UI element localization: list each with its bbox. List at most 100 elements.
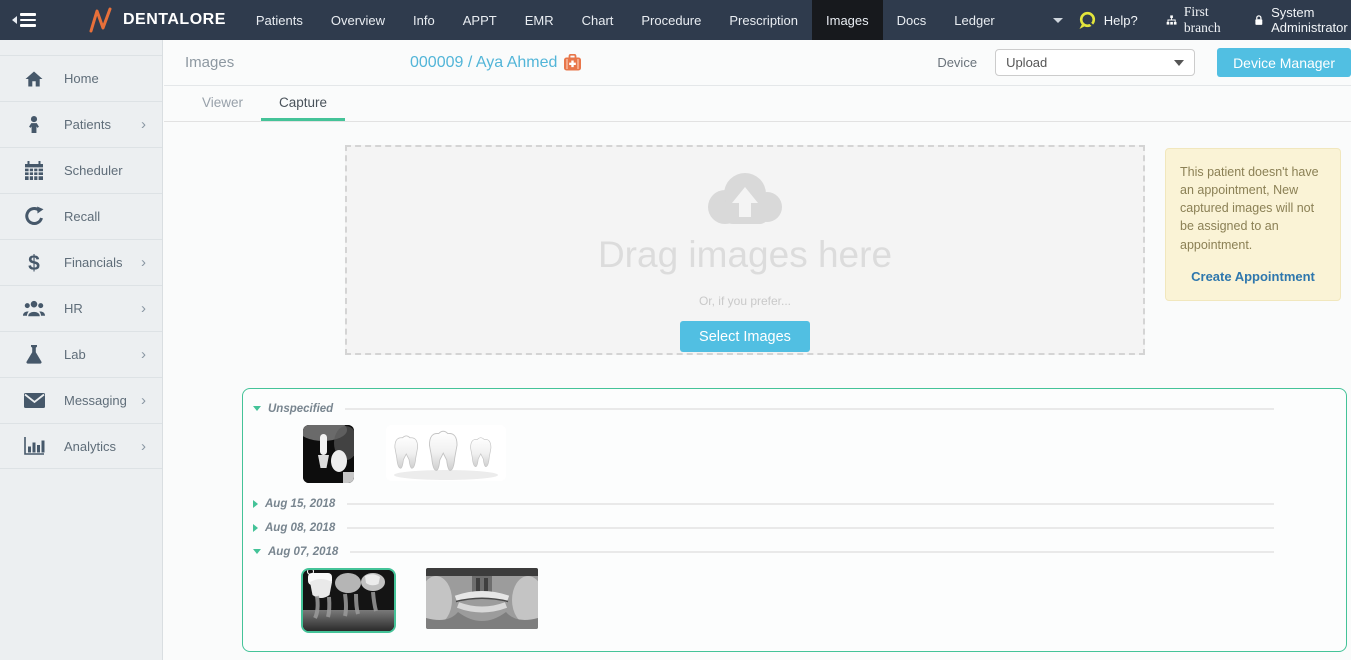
sidebar-item-label: Analytics <box>64 439 116 454</box>
gallery-group-aug-08-2018[interactable]: Aug 08, 2018 <box>253 517 1346 538</box>
tab-capture[interactable]: Capture <box>261 86 345 121</box>
chevron-right-icon: › <box>141 439 146 454</box>
nav-item-overview[interactable]: Overview <box>317 0 399 40</box>
branch-label: First branch <box>1184 4 1227 36</box>
group-divider <box>347 527 1274 529</box>
dropzone-subtitle: Or, if you prefer... <box>699 294 791 308</box>
nav-item-chart[interactable]: Chart <box>568 0 628 40</box>
help-bubble-icon <box>1077 11 1097 30</box>
thumb-row-aug-07 <box>253 562 1346 643</box>
chevron-right-icon: › <box>141 347 146 362</box>
people-group-icon <box>22 299 46 319</box>
patient-link-label: 000009 / Aya Ahmed <box>410 54 557 72</box>
nav-more-dropdown[interactable] <box>1039 0 1077 40</box>
branch-selector[interactable]: First branch <box>1166 4 1227 36</box>
sidebar-item-lab[interactable]: Lab › <box>0 331 162 377</box>
sidebar-item-messaging[interactable]: Messaging › <box>0 377 162 423</box>
group-label: Unspecified <box>268 403 333 415</box>
home-icon <box>22 69 46 89</box>
group-label: Aug 15, 2018 <box>265 498 335 510</box>
sidebar-item-home[interactable]: Home <box>0 55 162 101</box>
sidebar-item-hr[interactable]: HR › <box>0 285 162 331</box>
select-images-button[interactable]: Select Images <box>680 321 810 352</box>
page-title: Images <box>185 54 410 71</box>
group-divider <box>347 503 1274 505</box>
create-appointment-link[interactable]: Create Appointment <box>1180 269 1326 284</box>
sidebar-item-label: Home <box>64 71 99 86</box>
patient-link[interactable]: 000009 / Aya Ahmed <box>410 54 582 72</box>
sidebar-item-analytics[interactable]: Analytics › <box>0 423 162 469</box>
nav-item-images[interactable]: Images <box>812 0 883 40</box>
thumbnail-three-teeth-3d-render[interactable] <box>386 425 506 481</box>
caret-down-icon <box>253 406 261 411</box>
chevron-down-icon <box>1053 18 1063 23</box>
thumbnail-periapical-implant-xray[interactable] <box>303 425 354 483</box>
sidebar-item-recall[interactable]: Recall <box>0 193 162 239</box>
nav-item-emr[interactable]: EMR <box>511 0 568 40</box>
group-divider <box>345 408 1274 410</box>
device-label: Device <box>937 55 977 70</box>
tab-viewer[interactable]: Viewer <box>184 86 261 121</box>
user-menu[interactable]: System Administrator <box>1254 5 1351 35</box>
selection-indicator <box>307 568 314 575</box>
device-select-value: Upload <box>1006 55 1047 70</box>
sidebar-item-label: Patients <box>64 117 111 132</box>
help-label: Help? <box>1104 13 1138 28</box>
chevron-right-icon: › <box>141 393 146 408</box>
sidebar-item-label: Financials <box>64 255 123 270</box>
images-tabs: Viewer Capture <box>164 86 1351 122</box>
caret-down-icon <box>253 549 261 554</box>
image-dropzone[interactable]: Drag images here Or, if you prefer... Se… <box>345 145 1145 355</box>
user-label: System Administrator <box>1271 5 1351 35</box>
chevron-right-icon: › <box>141 301 146 316</box>
brand-name: DENTALORE <box>123 11 226 29</box>
sidebar-item-label: HR <box>64 301 83 316</box>
medical-kit-icon <box>563 54 582 71</box>
navbar-right-group: Help? First branch System Administrator <box>1077 0 1351 40</box>
thumbnail-molar-bitewing-xray-selected[interactable] <box>301 568 396 633</box>
sidebar-item-label: Recall <box>64 209 100 224</box>
notice-text: This patient doesn't have an appointment… <box>1180 163 1326 254</box>
main-content: Images 000009 / Aya Ahmed Device Upload … <box>164 40 1351 660</box>
group-label: Aug 07, 2018 <box>268 546 338 558</box>
gallery-group-aug-15-2018[interactable]: Aug 15, 2018 <box>253 493 1346 514</box>
thumbnail-panoramic-xray[interactable] <box>426 568 538 629</box>
nav-item-appt[interactable]: APPT <box>449 0 511 40</box>
device-manager-button[interactable]: Device Manager <box>1217 48 1351 77</box>
gallery-group-unspecified[interactable]: Unspecified <box>253 398 1346 419</box>
nav-item-patients[interactable]: Patients <box>242 0 317 40</box>
calendar-icon <box>22 160 46 181</box>
capture-section: Drag images here Or, if you prefer... Se… <box>164 145 1351 355</box>
flask-icon <box>22 344 46 365</box>
group-label: Aug 08, 2018 <box>265 522 335 534</box>
chevron-right-icon: › <box>141 255 146 270</box>
sidebar-item-label: Messaging <box>64 393 127 408</box>
app-logo[interactable]: DENTALORE <box>88 0 226 40</box>
left-sidebar: Home Patients › Scheduler Recall $ Finan… <box>0 40 163 660</box>
chevron-down-icon <box>1174 60 1184 66</box>
refresh-icon <box>22 206 46 227</box>
device-select[interactable]: Upload <box>995 49 1195 76</box>
chevron-right-icon: › <box>141 117 146 132</box>
sidebar-item-financials[interactable]: $ Financials › <box>0 239 162 285</box>
page-header: Images 000009 / Aya Ahmed Device Upload … <box>164 40 1351 86</box>
svg-text:$: $ <box>28 252 40 275</box>
nav-item-procedure[interactable]: Procedure <box>627 0 715 40</box>
nav-item-prescription[interactable]: Prescription <box>715 0 812 40</box>
appointment-notice: This patient doesn't have an appointment… <box>1165 148 1341 301</box>
hamburger-icon <box>20 13 36 27</box>
nav-item-ledger[interactable]: Ledger <box>940 0 1008 40</box>
dropzone-title: Drag images here <box>598 234 892 276</box>
caret-right-icon <box>253 500 258 508</box>
sidebar-item-patients[interactable]: Patients › <box>0 101 162 147</box>
gallery-group-aug-07-2018[interactable]: Aug 07, 2018 <box>253 541 1346 562</box>
help-button[interactable]: Help? <box>1077 11 1138 30</box>
nav-item-docs[interactable]: Docs <box>883 0 941 40</box>
sidebar-item-label: Lab <box>64 347 86 362</box>
nav-item-info[interactable]: Info <box>399 0 449 40</box>
sidebar-toggle-button[interactable] <box>12 0 36 40</box>
main-nav: Patients Overview Info APPT EMR Chart Pr… <box>242 0 1077 40</box>
pulse-logo-icon <box>88 6 114 34</box>
collapse-caret-icon <box>12 16 17 24</box>
sidebar-item-scheduler[interactable]: Scheduler <box>0 147 162 193</box>
